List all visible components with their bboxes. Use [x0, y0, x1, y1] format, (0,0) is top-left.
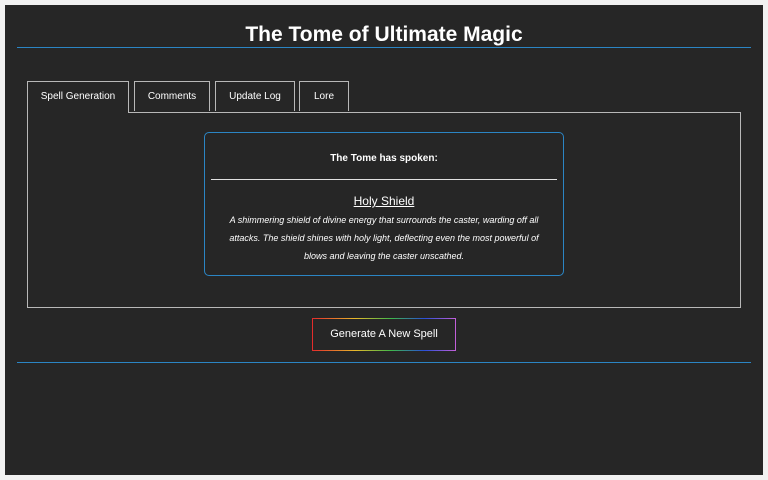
tab-lore[interactable]: Lore [299, 81, 349, 111]
card-divider [211, 179, 557, 180]
generate-spell-button[interactable]: Generate A New Spell [312, 318, 456, 351]
spell-result-card: The Tome has spoken: Holy Shield A shimm… [204, 132, 564, 276]
result-heading: The Tome has spoken: [330, 153, 438, 164]
app-window: The Tome of Ultimate Magic Spell Generat… [5, 5, 763, 475]
tab-spell-generation[interactable]: Spell Generation [27, 81, 129, 113]
tab-comments[interactable]: Comments [134, 81, 210, 111]
page-title: The Tome of Ultimate Magic [245, 23, 523, 46]
spell-name: Holy Shield [353, 194, 415, 208]
generate-spell-button-label: Generate A New Spell [313, 319, 455, 350]
footer-divider [17, 362, 751, 363]
header-divider [17, 47, 751, 48]
spell-description: A shimmering shield of divine energy tha… [229, 215, 539, 261]
tab-update-log[interactable]: Update Log [215, 81, 295, 111]
